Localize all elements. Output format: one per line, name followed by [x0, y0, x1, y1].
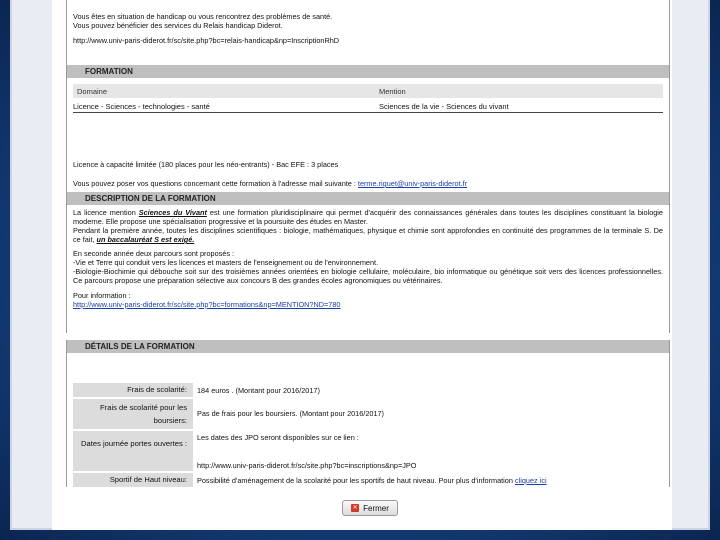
contact-email-link[interactable]: terme.riguet@univ-paris-diderot.fr — [358, 179, 467, 188]
p1-start: La licence mention — [73, 208, 136, 217]
sport-line: Possibilité d'aménagement de la scolarit… — [197, 476, 663, 485]
sport-value: Possibilité d'aménagement de la scolarit… — [197, 476, 513, 485]
jpo-label: Dates journée portes ouvertes : — [73, 431, 193, 471]
handicap-link[interactable]: http://www.univ-paris-diderot.fr/sc/site… — [73, 36, 663, 45]
handicap-body: Vous êtes en situation de handicap ou vo… — [66, 0, 670, 66]
formation-body: Domaine Mention Licence - Sciences - tec… — [66, 78, 670, 193]
handicap-line-1: Vous êtes en situation de handicap ou vo… — [73, 12, 333, 21]
header-mention: Mention — [379, 87, 406, 96]
description-header: DESCRIPTION DE LA FORMATION — [66, 192, 670, 205]
details-header: DÉTAILS DE LA FORMATION — [66, 340, 670, 353]
sport-link[interactable]: cliquez ici — [515, 476, 547, 485]
description-body: La licence mention Sciences du Vivant es… — [66, 205, 670, 333]
page-content: Vous êtes en situation de handicap ou vo… — [52, 0, 672, 530]
details-body: Frais de scolarité: 184 euros . (Montant… — [66, 353, 670, 487]
info-link[interactable]: http://www.univ-paris-diderot.fr/sc/site… — [73, 300, 340, 309]
sport-label: Sportif de Haut niveau: — [73, 473, 193, 487]
description-paragraph-5: -Biologie-Biochimie qui débouche soit su… — [73, 267, 663, 285]
formation-table-row: Licence - Sciences - technologies - sant… — [73, 100, 663, 113]
close-button[interactable]: ✕ Fermer — [342, 500, 398, 516]
close-icon: ✕ — [351, 504, 360, 512]
description-section: DESCRIPTION DE LA FORMATION La licence m… — [66, 192, 670, 333]
info-label: Pour information : — [73, 291, 131, 300]
handicap-line-2: Vous pouvez bénéficier des services du R… — [73, 21, 283, 30]
handicap-section: Vous êtes en situation de handicap ou vo… — [66, 0, 670, 66]
cell-domaine: Licence - Sciences - technologies - sant… — [73, 102, 210, 111]
frais-label: Frais de scolarité: — [73, 383, 193, 397]
description-paragraph-1: La licence mention Sciences du Vivant es… — [73, 208, 663, 226]
jpo-link[interactable]: http://www.univ-paris-diderot.fr/sc/site… — [197, 461, 663, 470]
description-paragraph-3: En seconde année deux parcours sont prop… — [73, 249, 235, 258]
formation-table-header: Domaine Mention — [73, 84, 663, 98]
contact-line: Vous pouvez poser vos questions concerna… — [73, 179, 467, 188]
description-paragraph-4: -Vie et Terre qui conduit vers les licen… — [73, 258, 379, 267]
description-paragraph-2: Pendant la première année, toutes les di… — [73, 226, 663, 244]
formation-section: FORMATION Domaine Mention Licence - Scie… — [66, 65, 670, 193]
formation-header: FORMATION — [66, 65, 670, 78]
cell-mention: Sciences de la vie - Sciences du vivant — [379, 102, 509, 111]
p1-emphasis: Sciences du Vivant — [138, 208, 207, 217]
boursier-value: Pas de frais pour les boursiers. (Montan… — [197, 409, 384, 418]
p2-emphasis: un baccalauréat S est exigé. — [96, 235, 195, 244]
close-button-label: Fermer — [363, 503, 389, 513]
boursier-label: Frais de scolarité pour les boursiers: — [73, 399, 193, 429]
jpo-value: Les dates des JPO seront disponibles sur… — [197, 433, 359, 442]
capacity-text: Licence à capacité limitée (180 places p… — [73, 160, 339, 169]
contact-text: Vous pouvez poser vos questions concerna… — [73, 179, 356, 188]
details-section: DÉTAILS DE LA FORMATION Frais de scolari… — [66, 340, 670, 487]
header-domaine: Domaine — [77, 87, 108, 96]
frais-value: 184 euros . (Montant pour 2016/2017) — [197, 386, 320, 395]
window-frame: Vous êtes en situation de handicap ou vo… — [10, 0, 710, 530]
